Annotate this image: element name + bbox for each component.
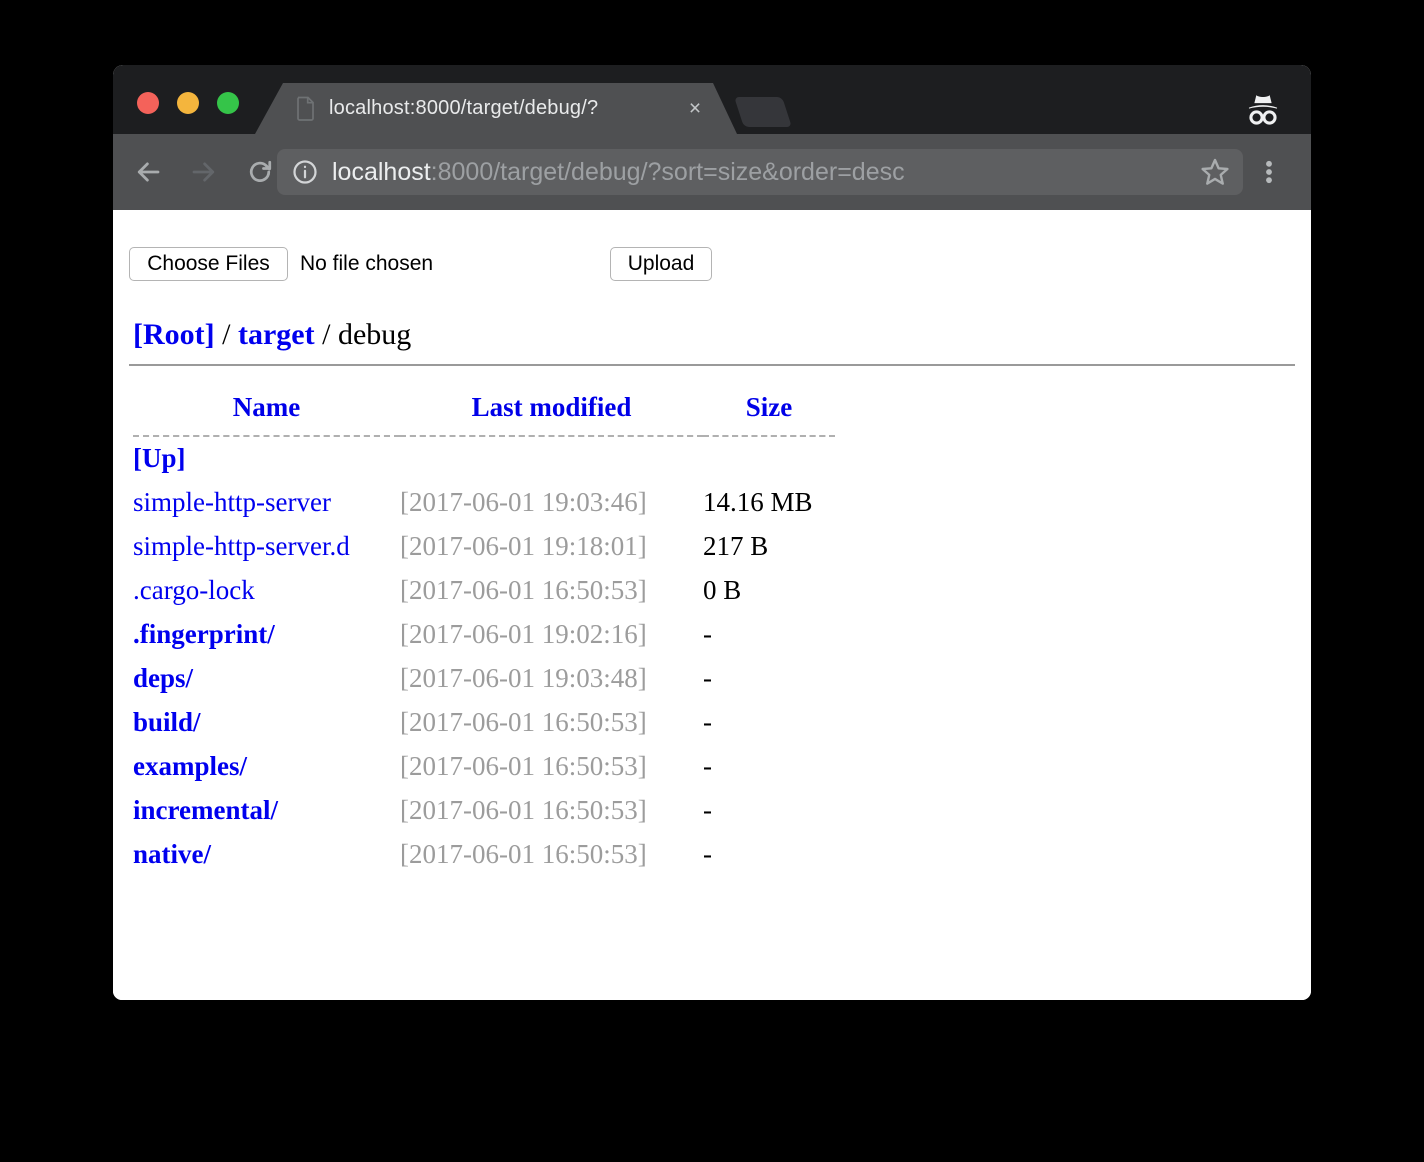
browser-toolbar: localhost:8000/target/debug/?sort=size&o… <box>113 134 1311 210</box>
file-link[interactable]: .fingerprint/ <box>133 619 275 649</box>
url-host: localhost <box>332 158 431 186</box>
file-size: 0 B <box>703 568 835 612</box>
file-modified: [2017-06-01 19:18:01] <box>400 524 703 568</box>
zoom-window-button[interactable] <box>217 92 239 114</box>
table-row: build/ [2017-06-01 16:50:53] - <box>133 700 835 744</box>
file-modified <box>400 436 703 480</box>
table-row: native/ [2017-06-01 16:50:53] - <box>133 832 835 876</box>
file-link[interactable]: build/ <box>133 707 201 737</box>
file-size: 14.16 MB <box>703 480 835 524</box>
menu-dots-icon[interactable] <box>1249 152 1289 192</box>
tab-title-wrap: localhost:8000/target/debug/? <box>329 83 681 134</box>
upload-form: Choose Files No file chosen Upload <box>113 210 1311 313</box>
page-content: Choose Files No file chosen Upload [Root… <box>113 210 1311 1000</box>
file-size <box>703 436 835 480</box>
file-size: - <box>703 656 835 700</box>
table-header-row: Name Last modified Size <box>133 380 835 436</box>
file-modified: [2017-06-01 19:02:16] <box>400 612 703 656</box>
table-row: deps/ [2017-06-01 19:03:48] - <box>133 656 835 700</box>
incognito-icon <box>1241 93 1285 134</box>
breadcrumb-root-link[interactable]: [Root] <box>133 318 215 351</box>
file-modified: [2017-06-01 16:50:53] <box>400 832 703 876</box>
back-icon[interactable] <box>128 152 168 192</box>
bookmark-star-icon[interactable] <box>1199 156 1231 188</box>
tab-strip: localhost:8000/target/debug/? × <box>113 65 1311 134</box>
file-listing-table: Name Last modified Size [Up] simple-http… <box>133 380 835 876</box>
minimize-window-button[interactable] <box>177 92 199 114</box>
breadcrumb-separator: / <box>215 318 238 351</box>
new-tab-button[interactable] <box>734 97 792 127</box>
tab-title: localhost:8000/target/debug/? <box>329 97 598 119</box>
upload-button[interactable]: Upload <box>610 247 712 281</box>
file-link[interactable]: simple-http-server <box>133 487 331 517</box>
file-modified: [2017-06-01 16:50:53] <box>400 568 703 612</box>
file-link[interactable]: .cargo-lock <box>133 575 255 605</box>
sort-by-modified-header[interactable]: Last modified <box>400 380 703 436</box>
file-table-body: [Up] simple-http-server [2017-06-01 19:0… <box>133 436 835 876</box>
close-window-button[interactable] <box>137 92 159 114</box>
breadcrumb: [Root] / target / debug <box>133 315 1311 355</box>
browser-tab[interactable]: localhost:8000/target/debug/? × <box>255 83 737 134</box>
url-path: :8000/target/debug/?sort=size&order=desc <box>431 158 905 186</box>
file-modified: [2017-06-01 16:50:53] <box>400 744 703 788</box>
table-row: simple-http-server [2017-06-01 19:03:46]… <box>133 480 835 524</box>
forward-icon[interactable] <box>184 152 224 192</box>
file-link[interactable]: deps/ <box>133 663 193 693</box>
file-modified: [2017-06-01 16:50:53] <box>400 788 703 832</box>
table-row: [Up] <box>133 436 835 480</box>
sort-by-name-header[interactable]: Name <box>133 380 400 436</box>
divider <box>129 364 1295 366</box>
tab-close-icon[interactable]: × <box>683 97 707 121</box>
file-modified: [2017-06-01 19:03:48] <box>400 656 703 700</box>
file-size: - <box>703 744 835 788</box>
sort-by-size-header[interactable]: Size <box>703 380 835 436</box>
file-size: - <box>703 700 835 744</box>
url-text[interactable]: localhost:8000/target/debug/?sort=size&o… <box>332 158 1199 187</box>
document-icon <box>295 96 316 126</box>
table-row: .cargo-lock [2017-06-01 16:50:53] 0 B <box>133 568 835 612</box>
breadcrumb-separator: / <box>315 318 338 351</box>
file-link[interactable]: examples/ <box>133 751 247 781</box>
table-row: examples/ [2017-06-01 16:50:53] - <box>133 744 835 788</box>
file-size: - <box>703 788 835 832</box>
url-bar[interactable]: localhost:8000/target/debug/?sort=size&o… <box>277 149 1243 195</box>
breadcrumb-current: debug <box>338 318 411 351</box>
reload-icon[interactable] <box>240 152 280 192</box>
browser-window: localhost:8000/target/debug/? × <box>113 65 1311 1000</box>
table-row: simple-http-server.d [2017-06-01 19:18:0… <box>133 524 835 568</box>
no-file-chosen-text: No file chosen <box>300 247 433 281</box>
traffic-lights <box>137 92 239 114</box>
file-modified: [2017-06-01 16:50:53] <box>400 700 703 744</box>
file-link[interactable]: native/ <box>133 839 211 869</box>
file-size: 217 B <box>703 524 835 568</box>
file-size: - <box>703 612 835 656</box>
info-circle-icon[interactable] <box>291 158 319 186</box>
file-size: - <box>703 832 835 876</box>
choose-files-button[interactable]: Choose Files <box>129 247 288 281</box>
table-row: incremental/ [2017-06-01 16:50:53] - <box>133 788 835 832</box>
breadcrumb-target-link[interactable]: target <box>238 318 315 351</box>
file-link[interactable]: incremental/ <box>133 795 278 825</box>
file-modified: [2017-06-01 19:03:46] <box>400 480 703 524</box>
file-link[interactable]: [Up] <box>133 443 186 473</box>
file-link[interactable]: simple-http-server.d <box>133 531 350 561</box>
table-row: .fingerprint/ [2017-06-01 19:02:16] - <box>133 612 835 656</box>
